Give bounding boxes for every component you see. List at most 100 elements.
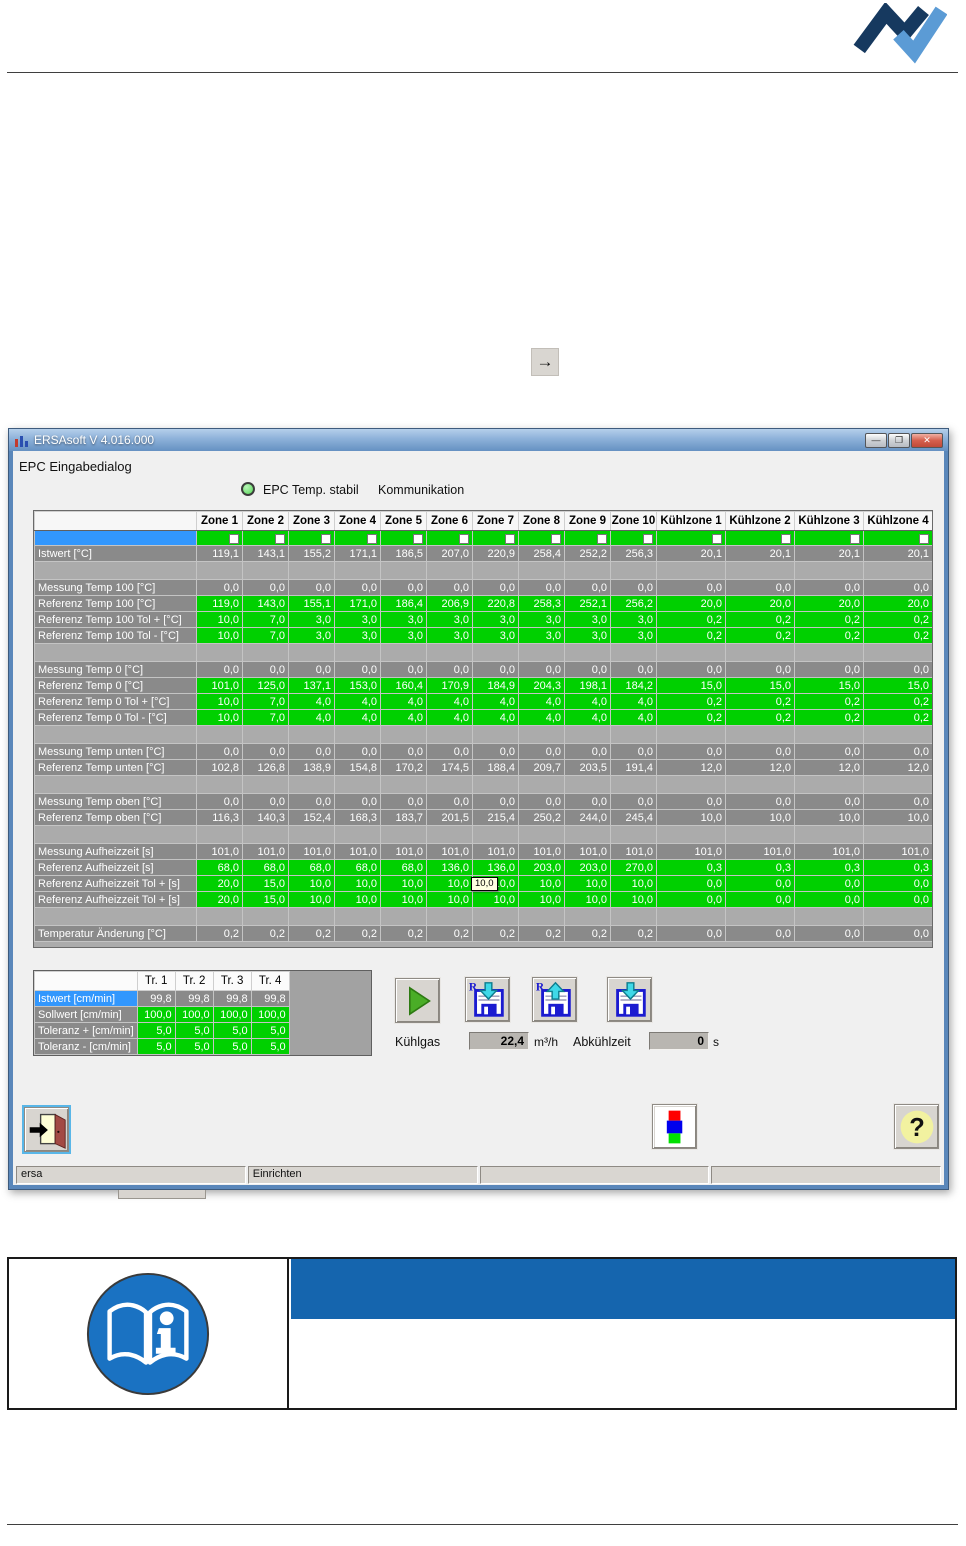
zone-enable-checkbox[interactable]	[229, 534, 239, 544]
value-cell[interactable]: 119,0	[197, 596, 243, 612]
value-cell[interactable]: 10,0	[427, 892, 473, 908]
value-cell[interactable]: 10,0	[335, 892, 381, 908]
selected-row-header-cell[interactable]	[35, 531, 197, 546]
value-cell[interactable]: 15,0	[795, 678, 864, 694]
value-cell[interactable]: 10,0	[611, 892, 657, 908]
value-cell[interactable]: 170,9	[427, 678, 473, 694]
minimize-button[interactable]: —	[865, 433, 887, 448]
zone-enable-cell[interactable]	[657, 531, 726, 546]
value-cell[interactable]: 7,0	[243, 612, 289, 628]
value-cell[interactable]: 100,0	[175, 1007, 213, 1023]
value-cell[interactable]: 3,0	[381, 628, 427, 644]
value-cell[interactable]: 10,0	[381, 892, 427, 908]
value-cell[interactable]: 10,0	[197, 694, 243, 710]
value-cell[interactable]: 4,0	[335, 710, 381, 726]
value-cell[interactable]: 15,0	[243, 892, 289, 908]
value-cell[interactable]: 7,0	[243, 628, 289, 644]
value-cell[interactable]: 10,0	[519, 876, 565, 892]
value-cell[interactable]: 10,0	[335, 876, 381, 892]
zone-enable-checkbox[interactable]	[551, 534, 561, 544]
zone-enable-checkbox[interactable]	[459, 534, 469, 544]
zone-enable-cell[interactable]	[864, 531, 933, 546]
value-cell[interactable]: 0,2	[864, 612, 933, 628]
value-cell[interactable]: 5,0	[175, 1039, 213, 1055]
value-cell[interactable]: 4,0	[473, 710, 519, 726]
value-cell[interactable]: 136,0	[427, 860, 473, 876]
value-cell[interactable]: 136,0	[473, 860, 519, 876]
value-cell[interactable]: 10,0	[197, 612, 243, 628]
value-cell[interactable]: 68,0	[289, 860, 335, 876]
zone-enable-cell[interactable]	[795, 531, 864, 546]
zone-enable-checkbox[interactable]	[643, 534, 653, 544]
value-cell[interactable]: 0,0	[864, 876, 933, 892]
zone-enable-cell[interactable]	[565, 531, 611, 546]
zone-enable-cell[interactable]	[519, 531, 565, 546]
value-cell[interactable]: 15,0	[726, 678, 795, 694]
zone-enable-cell[interactable]	[427, 531, 473, 546]
value-cell[interactable]: 0,3	[726, 860, 795, 876]
value-cell[interactable]: 68,0	[243, 860, 289, 876]
value-cell[interactable]: 4,0	[427, 710, 473, 726]
value-cell[interactable]: 125,0	[243, 678, 289, 694]
value-cell[interactable]: 0,2	[795, 694, 864, 710]
value-cell[interactable]: 10,0	[565, 892, 611, 908]
value-cell[interactable]: 0,0	[726, 876, 795, 892]
value-cell[interactable]: 3,0	[519, 612, 565, 628]
value-cell[interactable]: 10,0	[427, 876, 473, 892]
zone-enable-checkbox[interactable]	[850, 534, 860, 544]
value-cell[interactable]: 3,0	[289, 628, 335, 644]
zone-enable-checkbox[interactable]	[712, 534, 722, 544]
value-cell[interactable]: 0,2	[795, 628, 864, 644]
value-cell[interactable]: 137,1	[289, 678, 335, 694]
value-cell[interactable]: 5,0	[213, 1023, 251, 1039]
value-cell[interactable]: 0,0	[726, 892, 795, 908]
value-cell[interactable]: 4,0	[381, 694, 427, 710]
value-cell[interactable]: 0,2	[864, 628, 933, 644]
value-cell[interactable]: 203,0	[565, 860, 611, 876]
value-cell[interactable]: 0,2	[657, 710, 726, 726]
value-cell[interactable]: 3,0	[519, 628, 565, 644]
value-cell[interactable]: 0,2	[726, 612, 795, 628]
value-cell[interactable]: 252,1	[565, 596, 611, 612]
value-cell[interactable]: 4,0	[473, 694, 519, 710]
zone-enable-cell[interactable]	[243, 531, 289, 546]
value-cell[interactable]: 10,0	[381, 876, 427, 892]
value-cell[interactable]: 4,0	[519, 710, 565, 726]
value-cell[interactable]: 153,0	[335, 678, 381, 694]
value-cell[interactable]: 4,0	[335, 694, 381, 710]
value-cell[interactable]: 3,0	[565, 612, 611, 628]
value-cell[interactable]: 20,0	[657, 596, 726, 612]
value-cell[interactable]: 101,0	[197, 678, 243, 694]
value-cell[interactable]: 4,0	[565, 694, 611, 710]
value-cell[interactable]: 0,2	[795, 612, 864, 628]
value-cell[interactable]: 184,9	[473, 678, 519, 694]
value-cell[interactable]: 220,8	[473, 596, 519, 612]
value-cell[interactable]: 4,0	[565, 710, 611, 726]
value-cell[interactable]: 0,0	[795, 876, 864, 892]
value-cell[interactable]: 20,0	[864, 596, 933, 612]
value-cell[interactable]: 4,0	[381, 710, 427, 726]
value-cell[interactable]: 258,3	[519, 596, 565, 612]
value-cell[interactable]: 100,0	[251, 1007, 289, 1023]
zone-enable-checkbox[interactable]	[367, 534, 377, 544]
zone-enable-cell[interactable]	[473, 531, 519, 546]
value-cell[interactable]: 155,1	[289, 596, 335, 612]
value-cell[interactable]: 3,0	[473, 628, 519, 644]
load-reference-button[interactable]: R	[532, 977, 577, 1022]
close-button[interactable]: ✕	[911, 433, 943, 448]
value-cell[interactable]: 0,2	[795, 710, 864, 726]
zone-enable-cell[interactable]	[335, 531, 381, 546]
start-button[interactable]	[395, 978, 440, 1023]
zone-enable-checkbox[interactable]	[321, 534, 331, 544]
value-cell[interactable]: 10,0	[197, 710, 243, 726]
help-button[interactable]: ?	[894, 1104, 939, 1149]
zone-enable-checkbox[interactable]	[597, 534, 607, 544]
value-cell[interactable]: 0,2	[864, 694, 933, 710]
value-cell[interactable]: 4,0	[289, 710, 335, 726]
value-cell[interactable]: 68,0	[335, 860, 381, 876]
value-cell[interactable]: 68,0	[381, 860, 427, 876]
zone-enable-checkbox[interactable]	[919, 534, 929, 544]
value-cell[interactable]: 0,3	[795, 860, 864, 876]
zone-enable-cell[interactable]	[289, 531, 335, 546]
value-cell[interactable]: 3,0	[473, 612, 519, 628]
